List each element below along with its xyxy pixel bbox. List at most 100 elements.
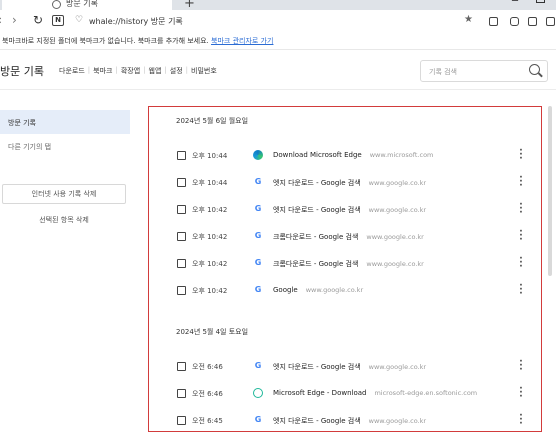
visit-title[interactable]: 엣지 다운로드 - Google 검색 www.google.co.kr [273, 205, 426, 215]
google-icon: G [254, 231, 262, 240]
page-title: 방문 기록 [0, 65, 44, 78]
visit-domain: www.google.co.kr [305, 286, 364, 294]
history-row[interactable]: 오전 6:45 G 엣지 다운로드 - Google 검색 www.google.… [149, 407, 539, 431]
row-checkbox[interactable] [177, 151, 186, 160]
delete-selected-button[interactable]: 선택된 항목 삭제 [2, 211, 126, 231]
more-options-icon[interactable]: · · · [519, 412, 523, 429]
page-title-text[interactable]: 엣지 다운로드 - Google 검색 [273, 417, 361, 425]
visit-time: 오후 10:44 [192, 179, 228, 187]
bookmark-manager-link[interactable]: 북마크 관리자로 가기 [211, 37, 273, 45]
google-icon: G [254, 361, 262, 370]
row-checkbox[interactable] [177, 205, 186, 214]
visit-title[interactable]: Google www.google.co.kr [273, 286, 363, 294]
history-sidebar: 방문 기록 다른 기기의 탭 인터넷 사용 기록 삭제 선택된 항목 삭제 [0, 90, 138, 436]
page-title-text[interactable]: Google [273, 286, 298, 294]
history-row[interactable]: 오후 10:44 Download Microsoft Edge www.micr… [149, 142, 539, 169]
tab-bookmarks[interactable]: 북마크 [90, 66, 115, 76]
row-checkbox[interactable] [177, 286, 186, 295]
google-icon: G [254, 258, 262, 267]
visit-title[interactable]: 크롬다운로드 - Google 검색 www.google.co.kr [273, 232, 424, 242]
visit-domain: www.google.co.kr [368, 417, 427, 425]
search-icon[interactable] [529, 64, 540, 75]
whale-icon: ♡ [75, 15, 84, 25]
page-title-text[interactable]: 크롬다운로드 - Google 검색 [273, 233, 358, 241]
sidebar-item-history[interactable]: 방문 기록 [0, 110, 130, 134]
scrollbar[interactable] [548, 106, 552, 276]
visit-title[interactable]: 크롬다운로드 - Google 검색 www.google.co.kr [273, 259, 424, 269]
tab-history[interactable]: 방문 기록 [2, 0, 172, 10]
bookmark-empty-text: 북마크바로 지정된 폴더에 북마크가 없습니다. 북마크를 추가해 보세요. [2, 37, 209, 45]
history-row[interactable]: 오전 6:46 G 엣지 다운로드 - Google 검색 www.google.… [149, 353, 539, 380]
visit-time: 오전 6:46 [192, 363, 223, 371]
date-heading: 2024년 5월 6일 월요일 [176, 117, 249, 125]
history-row[interactable]: 오후 10:42 G 크롬다운로드 - Google 검색 www.google.… [149, 223, 539, 250]
visit-domain: www.microsoft.com [369, 151, 434, 159]
visit-domain: www.google.co.kr [368, 363, 427, 371]
bookmark-star-icon[interactable]: ★ [464, 14, 473, 25]
page-title-text[interactable]: 엣지 다운로드 - Google 검색 [273, 363, 361, 371]
google-icon: G [254, 415, 262, 424]
more-options-icon[interactable]: · · · [519, 147, 523, 164]
date-heading: 2024년 5월 4일 토요일 [176, 328, 249, 336]
forward-icon[interactable]: › [12, 13, 17, 27]
visit-title[interactable]: 엣지 다운로드 - Google 검색 www.google.co.kr [273, 416, 426, 426]
history-row[interactable]: 오후 10:42 G 크롬다운로드 - Google 검색 www.google.… [149, 250, 539, 277]
visit-domain: www.google.co.kr [366, 233, 424, 241]
more-options-icon[interactable]: · · · [519, 255, 523, 272]
maximize-button[interactable] [536, 0, 545, 3]
row-checkbox[interactable] [177, 416, 186, 425]
more-options-icon[interactable]: · · · [519, 201, 523, 218]
visit-title[interactable]: Microsoft Edge - Download microsoft-edge.… [273, 389, 477, 397]
address-bar[interactable]: ♡ whale://history 방문 기록 ★ [72, 14, 484, 29]
naver-home-icon[interactable]: N [52, 15, 64, 26]
tab-webapps[interactable]: 웹앱 [146, 66, 165, 76]
profile-icon[interactable] [546, 17, 555, 26]
history-row[interactable]: 오전 6:46 Microsoft Edge - Download microso… [149, 380, 539, 407]
reload-icon[interactable]: ↻ [33, 13, 43, 27]
more-options-icon[interactable]: · · · [519, 385, 523, 402]
more-options-icon[interactable]: · · · [519, 228, 523, 245]
history-search-input[interactable]: 기록 검색 [420, 60, 548, 82]
tab-extensions[interactable]: 확장앱 [118, 66, 143, 76]
tab-downloads[interactable]: 다운로드 [56, 66, 88, 76]
page-title-text[interactable]: 엣지 다운로드 - Google 검색 [273, 179, 361, 187]
page-title-text[interactable]: 엣지 다운로드 - Google 검색 [273, 206, 361, 214]
visit-domain: microsoft-edge.en.softonic.com [374, 389, 478, 397]
row-checkbox[interactable] [177, 178, 186, 187]
history-row[interactable]: 오후 10:42 G Google www.google.co.kr · · · [149, 277, 539, 304]
more-options-icon[interactable]: · · · [519, 174, 523, 191]
page-title-text[interactable]: 크롬다운로드 - Google 검색 [273, 260, 358, 268]
back-icon[interactable]: ‹ [0, 13, 2, 27]
visit-time: 오후 10:42 [192, 206, 228, 214]
more-options-icon[interactable]: · · · [519, 358, 523, 375]
bookmark-bar: 북마크바로 지정된 폴더에 북마크가 없습니다. 북마크를 추가해 보세요. 북… [0, 32, 556, 50]
extension-icon[interactable] [510, 17, 519, 26]
clear-browsing-data-button[interactable]: 인터넷 사용 기록 삭제 [2, 184, 126, 204]
url-text[interactable]: whale://history 방문 기록 [89, 16, 183, 27]
visit-time: 오전 6:46 [192, 390, 223, 398]
tab-passwords[interactable]: 비밀번호 [188, 66, 220, 76]
sidebar-toggle-icon[interactable] [489, 17, 498, 26]
row-checkbox[interactable] [177, 232, 186, 241]
softonic-icon [253, 388, 263, 398]
sidebar-item-other-devices[interactable]: 다른 기기의 탭 [0, 134, 130, 158]
new-tab-button[interactable]: + [184, 0, 195, 10]
minimize-button[interactable]: ─ [512, 0, 518, 7]
visit-domain: www.google.co.kr [368, 206, 427, 214]
page-title-text[interactable]: Download Microsoft Edge [273, 151, 362, 159]
tab-settings[interactable]: 설정 [167, 66, 186, 76]
history-row[interactable]: 오후 10:44 G 엣지 다운로드 - Google 검색 www.google… [149, 169, 539, 196]
visit-time: 오후 10:42 [192, 287, 228, 295]
history-row[interactable]: 오후 10:42 G 엣지 다운로드 - Google 검색 www.google… [149, 196, 539, 223]
google-icon: G [254, 285, 262, 294]
page-title-text[interactable]: Microsoft Edge - Download [273, 389, 366, 397]
capture-icon[interactable] [528, 17, 537, 26]
visit-title[interactable]: 엣지 다운로드 - Google 검색 www.google.co.kr [273, 362, 426, 372]
more-options-icon[interactable]: · · · [519, 282, 523, 299]
row-checkbox[interactable] [177, 259, 186, 268]
row-checkbox[interactable] [177, 362, 186, 371]
visit-domain: www.google.co.kr [366, 260, 424, 268]
visit-title[interactable]: 엣지 다운로드 - Google 검색 www.google.co.kr [273, 178, 426, 188]
visit-title[interactable]: Download Microsoft Edge www.microsoft.com [273, 151, 433, 159]
row-checkbox[interactable] [177, 389, 186, 398]
